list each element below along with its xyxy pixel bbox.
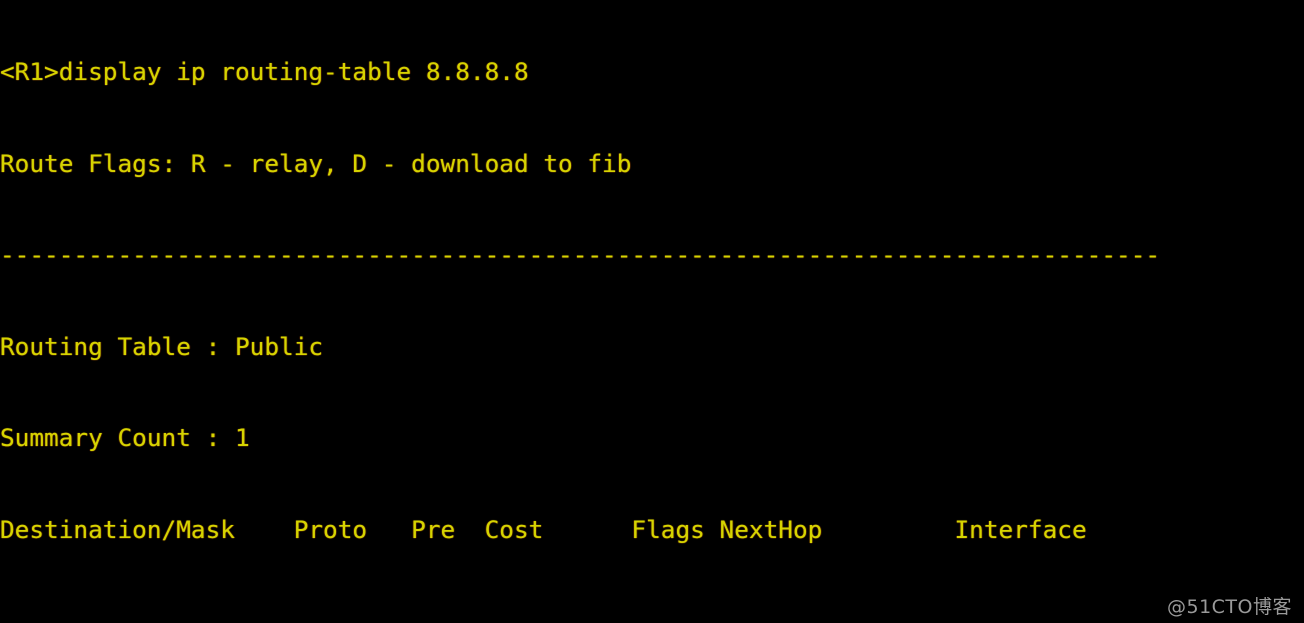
terminal-line: Routing Table : Public <box>0 331 324 361</box>
terminal-output[interactable]: <R1>display ip routing-table 8.8.8.8 Rou… <box>0 0 1304 623</box>
terminal-line: Route Flags: R - relay, D - download to … <box>0 148 632 178</box>
terminal-window[interactable]: <R1>display ip routing-table 8.8.8.8 Rou… <box>0 0 1304 623</box>
terminal-separator-line: ----------------------------------------… <box>0 240 1161 269</box>
watermark: @51CTO博客 <box>1166 596 1292 618</box>
routing-table-header-row: Destination/Mask Proto Pre Cost Flags Ne… <box>0 514 1087 544</box>
terminal-line: <R1>display ip routing-table 8.8.8.8 <box>0 57 529 86</box>
terminal-line: Summary Count : 1 <box>0 423 250 452</box>
